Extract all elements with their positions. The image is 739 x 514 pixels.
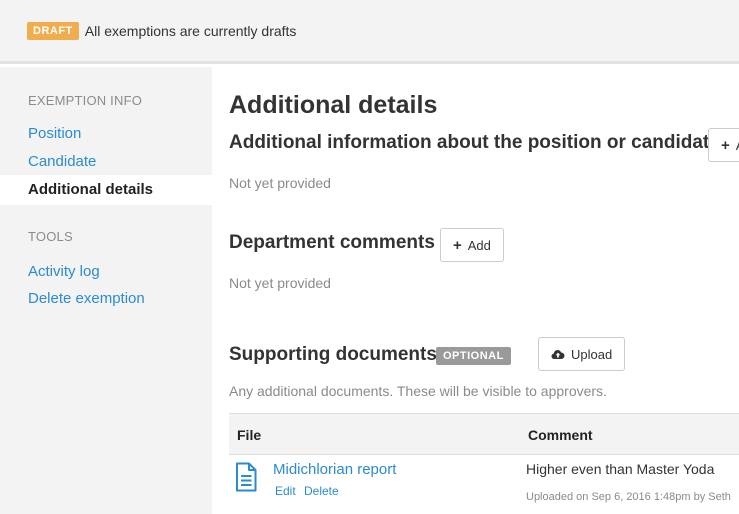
sidebar-item-delete-exemption[interactable]: Delete exemption	[28, 290, 145, 307]
draft-banner: DRAFT All exemptions are currently draft…	[0, 0, 739, 64]
sidebar-item-activity-log[interactable]: Activity log	[28, 263, 100, 280]
file-comment: Higher even than Master Yoda	[526, 461, 715, 477]
supporting-documents-heading: Supporting documents	[229, 344, 437, 365]
cloud-upload-icon	[551, 350, 565, 359]
add-additional-info-button[interactable]: + A	[708, 128, 739, 162]
sidebar-section-exemption-info: EXEMPTION INFO	[28, 93, 143, 108]
department-comments-heading: Department comments	[229, 232, 435, 253]
documents-table-header: File Comment	[229, 413, 739, 455]
main-content: Additional details Additional informatio…	[229, 67, 739, 514]
sidebar: EXEMPTION INFO Position Candidate Additi…	[0, 67, 212, 514]
add-department-comments-label: Add	[467, 237, 491, 253]
draft-badge: DRAFT	[27, 21, 79, 40]
additional-info-heading: Additional information about the positio…	[229, 132, 720, 153]
additional-info-status: Not yet provided	[229, 175, 331, 191]
delete-file-link[interactable]: Delete	[304, 484, 339, 498]
file-link[interactable]: Midichlorian report	[273, 461, 396, 478]
upload-button-label: Upload	[571, 346, 613, 362]
sidebar-item-additional-details[interactable]: Additional details	[0, 175, 212, 205]
file-uploaded-info: Uploaded on Sep 6, 2016 1:48pm by Seth	[526, 491, 731, 503]
sidebar-item-position[interactable]: Position	[28, 125, 81, 142]
document-icon	[236, 462, 257, 492]
upload-button[interactable]: Upload	[538, 337, 626, 371]
plus-icon: +	[721, 136, 730, 154]
draft-banner-message: All exemptions are currently drafts	[84, 22, 297, 39]
sidebar-section-tools: TOOLS	[28, 229, 73, 244]
plus-icon: +	[453, 236, 462, 254]
page-title: Additional details	[229, 91, 438, 119]
department-comments-status: Not yet provided	[229, 275, 331, 291]
column-header-comment: Comment	[528, 427, 593, 443]
add-department-comments-button[interactable]: + Add	[440, 228, 504, 262]
edit-file-link[interactable]: Edit	[275, 484, 296, 498]
supporting-documents-description: Any additional documents. These will be …	[229, 383, 607, 399]
column-header-file: File	[237, 427, 262, 443]
optional-badge: OPTIONAL	[436, 347, 511, 365]
sidebar-item-candidate[interactable]: Candidate	[28, 153, 96, 170]
